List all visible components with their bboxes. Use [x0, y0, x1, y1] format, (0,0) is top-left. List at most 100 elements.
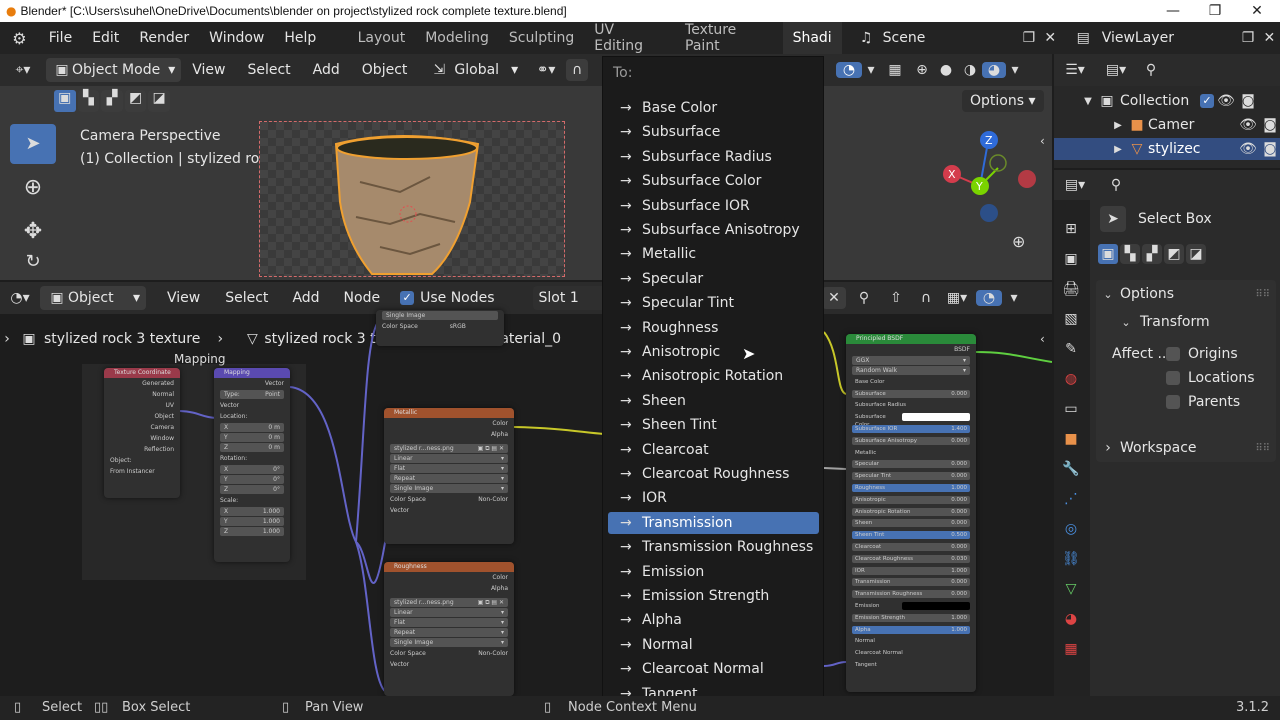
tab-modeling[interactable]: Modeling	[415, 30, 499, 46]
bsdf-input-tangent[interactable]: Tangent	[846, 659, 976, 671]
workspace-panel-header[interactable]: › Workspace ⠿⠿	[1096, 434, 1276, 462]
menu-item-subsurface-color[interactable]: → Subsurface Color	[608, 170, 819, 192]
select-box-tool-icon[interactable]: ➤	[10, 124, 56, 164]
tab-sculpting[interactable]: Sculpting	[499, 30, 584, 46]
texture-coordinate-node[interactable]: Texture Coordinate Generated Normal UV O…	[104, 368, 180, 498]
snap-icon[interactable]: ∩	[566, 59, 589, 81]
maximize-button[interactable]: ❐	[1192, 0, 1238, 22]
search-icon[interactable]: ⚲	[1136, 62, 1166, 78]
viewport-menu-select[interactable]: Select	[236, 62, 301, 78]
bsdf-input-anisotropic-rotation[interactable]: Anisotropic Rotation 0.000	[846, 506, 976, 518]
viewport-menu-object[interactable]: Object	[351, 62, 419, 78]
scene-icon[interactable]: ♫	[850, 30, 883, 46]
principled-bsdf-node[interactable]: Principled BSDF BSDF GGX ▾ Random Walk ▾ B…	[846, 334, 976, 692]
view-layer-icon[interactable]: ▤	[1065, 30, 1102, 46]
roughness-image-node[interactable]: Roughness Color Alpha stylized r...ness.…	[384, 562, 514, 696]
menu-item-emission-strength[interactable]: → Emission Strength	[608, 585, 819, 607]
object-mode-dropdown[interactable]: ▣ Object Mode ▾	[46, 58, 182, 82]
extension-dropdown[interactable]: Repeat ▾	[390, 474, 508, 483]
close-view-layer-icon[interactable]: ✕	[1259, 30, 1280, 46]
chevron-down-icon[interactable]: ▾	[862, 62, 880, 78]
copy-scene-icon[interactable]: ❐	[1018, 30, 1039, 46]
scale-x-field[interactable]: X 1.000	[220, 507, 284, 516]
eye-icon[interactable]: 👁	[1214, 93, 1238, 109]
menu-item-normal[interactable]: → Normal	[608, 634, 819, 656]
options-panel-header[interactable]: ⌄ Options ⠿⠿	[1096, 280, 1276, 308]
world-tab-icon[interactable]: ◍	[1054, 364, 1088, 394]
viewport-options-dropdown[interactable]: Options ▾	[962, 90, 1044, 112]
rotation-z-field[interactable]: Z 0°	[220, 485, 284, 494]
blender-menu-icon[interactable]: ⚙	[0, 29, 39, 48]
select-new-icon[interactable]: ▣	[54, 90, 76, 112]
cursor-tool-icon[interactable]: ⊕	[10, 168, 56, 208]
select-intersect-icon[interactable]: ◪	[148, 90, 170, 112]
parents-checkbox[interactable]	[1166, 395, 1180, 409]
display-mode-icon[interactable]: ▤▾	[1096, 62, 1136, 78]
menu-item-specular[interactable]: → Specular	[608, 268, 819, 290]
menu-edit[interactable]: Edit	[82, 30, 129, 46]
distribution-dropdown[interactable]: GGX ▾	[852, 356, 970, 365]
zoom-icon[interactable]: ⊕	[1012, 232, 1025, 251]
extension-dropdown[interactable]: Repeat ▾	[390, 628, 508, 637]
transform-orientation-icon[interactable]: ⇲	[424, 62, 454, 78]
tab-layout[interactable]: Layout	[348, 30, 416, 46]
location-z-field[interactable]: Z0 m	[220, 443, 284, 452]
expand-arrow-icon[interactable]: ▶	[1054, 120, 1126, 131]
origins-checkbox[interactable]	[1166, 347, 1180, 361]
scene-tab-icon[interactable]: ✎	[1054, 334, 1088, 364]
object-tab-icon[interactable]: ■	[1054, 424, 1088, 454]
camera-render-icon[interactable]: ◙	[1260, 117, 1280, 133]
bsdf-input-subsurface-color[interactable]: Subsurface Color	[846, 411, 976, 428]
xray-icon[interactable]: ▦	[880, 62, 910, 78]
select-subtract-icon[interactable]: ▞	[101, 90, 123, 112]
tab-uv-editing[interactable]: UV Editing	[584, 22, 675, 54]
expand-arrow-icon[interactable]: ▼	[1054, 96, 1094, 107]
search-icon[interactable]: ⚲	[1096, 177, 1136, 193]
source-dropdown[interactable]: Single Image	[382, 311, 498, 320]
projection-dropdown[interactable]: Flat ▾	[390, 464, 508, 473]
menu-item-subsurface-radius[interactable]: → Subsurface Radius	[608, 146, 819, 168]
bsdf-input-metallic[interactable]: Metallic	[846, 447, 976, 459]
select-extend-icon[interactable]: ▚	[77, 90, 100, 112]
bsdf-input-subsurface-ior[interactable]: Subsurface IOR 1.400	[846, 423, 976, 435]
color-space-row[interactable]: Color Space Non-Color	[384, 494, 514, 505]
menu-item-clearcoat-roughness[interactable]: → Clearcoat Roughness	[608, 463, 819, 485]
overlay-icon[interactable]: ◔	[836, 62, 862, 78]
select-subtract-icon[interactable]: ▞	[1142, 244, 1162, 264]
camera-render-icon[interactable]: ◙	[1238, 93, 1258, 109]
wireframe-shading-icon[interactable]: ⊕	[910, 62, 934, 78]
menu-item-subsurface[interactable]: → Subsurface	[608, 121, 819, 143]
affect-parents-row[interactable]: Parents	[1096, 390, 1276, 414]
location-x-field[interactable]: X0 m	[220, 423, 284, 432]
view-layer-tab-icon[interactable]: ▧	[1054, 304, 1088, 334]
select-new-icon[interactable]: ▣	[1098, 244, 1118, 264]
select-extend-icon[interactable]: ▚	[1120, 244, 1140, 264]
color-swatch[interactable]	[902, 413, 970, 422]
bsdf-input-subsurface-anisotropy[interactable]: Subsurface Anisotropy 0.000	[846, 435, 976, 447]
bsdf-input-subsurface[interactable]: Subsurface 0.000	[846, 388, 976, 400]
menu-item-clearcoat[interactable]: → Clearcoat	[608, 439, 819, 461]
select-invert-icon[interactable]: ◩	[124, 90, 147, 112]
particles-tab-icon[interactable]: ⋰	[1054, 484, 1088, 514]
data-tab-icon[interactable]: ▽	[1054, 574, 1088, 604]
bsdf-input-normal[interactable]: Normal	[846, 636, 976, 648]
menu-item-emission[interactable]: → Emission	[608, 561, 819, 583]
viewport-menu-add[interactable]: Add	[302, 62, 351, 78]
tab-texture-paint[interactable]: Texture Paint	[675, 22, 783, 54]
menu-item-anisotropic[interactable]: → Anisotropic	[608, 341, 819, 363]
navigation-gizmo[interactable]: Z X Y	[936, 128, 1036, 228]
bsdf-input-sheen-tint[interactable]: Sheen Tint 0.500	[846, 529, 976, 541]
bsdf-input-clearcoat-roughness[interactable]: Clearcoat Roughness 0.030	[846, 553, 976, 565]
panel-toggle-icon[interactable]: ‹	[1040, 134, 1045, 148]
transform-orientation-dropdown[interactable]: Global	[454, 62, 499, 78]
solid-shading-icon[interactable]: ●	[934, 62, 958, 78]
texture-tab-icon[interactable]: ▦	[1054, 634, 1088, 664]
image-actions-icon[interactable]: ▣ ⧉ ▤ ✕	[478, 444, 504, 453]
transform-subpanel-header[interactable]: ⌄ Transform	[1096, 308, 1276, 336]
source-dropdown[interactable]: Single Image ▾	[390, 484, 508, 493]
outliner-row-camera[interactable]: ▶ ■ Camer 👁 ◙	[1054, 114, 1280, 136]
select-invert-icon[interactable]: ◩	[1164, 244, 1184, 264]
material-shading-icon[interactable]: ◑	[958, 62, 982, 78]
editor-type-icon[interactable]: ⌖▾	[0, 62, 46, 78]
metallic-image-node[interactable]: Metallic Color Alpha stylized r...ness.p…	[384, 408, 514, 544]
